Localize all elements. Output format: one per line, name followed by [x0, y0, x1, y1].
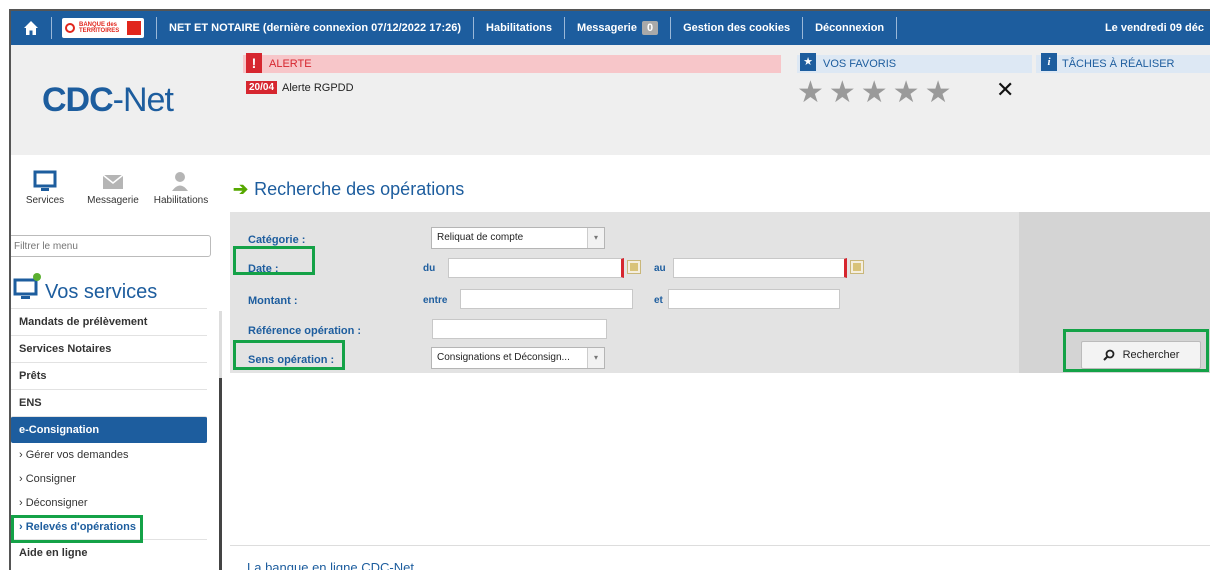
top-navigation-bar: BANQUE des TERRITOIRES NET ET NOTAIRE (d…	[11, 11, 1210, 45]
info-icon: i	[1041, 53, 1057, 71]
montant-label: Montant :	[248, 295, 298, 307]
messagerie-shortcut[interactable]: Messagerie	[79, 169, 147, 206]
chevron-down-icon: ▾	[587, 348, 604, 368]
status-dot	[33, 273, 41, 281]
habilitations-link[interactable]: Habilitations	[474, 22, 564, 34]
monitor-icon	[13, 273, 41, 307]
alert-date-badge: 20/04	[246, 81, 278, 94]
current-date: Le vendredi 09 déc	[1104, 22, 1204, 34]
filter-menu-input[interactable]	[11, 235, 211, 257]
brand-rest: -Net	[112, 81, 174, 119]
users-icon	[172, 172, 188, 191]
page-title: ➔ Recherche des opérations	[233, 179, 464, 200]
brand-bold: CDC	[42, 81, 114, 119]
submenu-label: Déconsigner	[25, 497, 88, 509]
cdc-net-logo[interactable]: CDC-Net	[42, 81, 174, 120]
submenu-label: Relevés d'opérations	[25, 521, 136, 533]
favorite-stars[interactable]: ★★★★★	[797, 75, 956, 110]
sens-select[interactable]: Consignations et Déconsign... ▾	[431, 347, 605, 369]
calendar-icon[interactable]	[850, 260, 864, 274]
logo-text: BANQUE des TERRITOIRES	[79, 22, 120, 34]
exclamation-icon: !	[246, 53, 262, 73]
star-icon: ★	[800, 53, 816, 71]
arrow-right-icon: ➔	[233, 179, 249, 199]
messagerie-link[interactable]: Messagerie 0	[565, 21, 670, 35]
habilitations-label: Habilitations	[153, 195, 209, 206]
alert-title: ALERTE	[269, 58, 312, 70]
footer: La banque en ligne CDC-Net	[230, 545, 1210, 570]
tasks-title: TÂCHES À RÉALISER	[1062, 58, 1175, 70]
habilitations-shortcut[interactable]: Habilitations	[147, 169, 215, 206]
sidebar-icon-row: Services Messagerie Habilitations	[11, 169, 216, 206]
menu-item-e-consignation[interactable]: e-Consignation	[11, 416, 207, 443]
alert-text: Alerte RGPDD	[282, 81, 354, 94]
banque-des-territoires-logo[interactable]: BANQUE des TERRITOIRES	[62, 18, 144, 38]
categorie-label: Catégorie :	[248, 234, 306, 246]
vos-services-heading: Vos services	[13, 273, 158, 307]
cookies-link[interactable]: Gestion des cookies	[671, 22, 802, 34]
search-button[interactable]: Rechercher	[1081, 341, 1201, 369]
submenu-item-consigner[interactable]: › Consigner	[11, 467, 207, 491]
submenu-label: Consigner	[25, 473, 76, 485]
search-button-label: Rechercher	[1122, 349, 1180, 361]
monitor-icon	[33, 170, 57, 191]
messagerie-label: Messagerie	[87, 195, 139, 206]
reference-label: Référence opération :	[248, 325, 362, 337]
services-menu: Mandats de prélèvement Services Notaires…	[11, 308, 207, 566]
menu-item-ens[interactable]: ENS	[11, 389, 207, 416]
sens-value: Consignations et Déconsign...	[437, 352, 570, 363]
submenu-label: Gérer vos demandes	[25, 449, 129, 461]
menu-item-services-notaires[interactable]: Services Notaires	[11, 335, 207, 362]
home-icon[interactable]	[11, 11, 51, 45]
search-icon	[1102, 349, 1114, 361]
menu-item-prets[interactable]: Prêts	[11, 362, 207, 389]
calendar-icon[interactable]	[627, 260, 641, 274]
separator	[896, 17, 898, 39]
favorites-header: ★ VOS FAVORIS	[797, 53, 1032, 73]
montant-max-input[interactable]	[668, 289, 840, 309]
sens-label: Sens opération :	[248, 354, 335, 366]
sidebar-scrollbar[interactable]	[219, 378, 222, 570]
montant-min-label: entre	[423, 295, 448, 306]
menu-item-aide[interactable]: Aide en ligne	[11, 539, 207, 566]
montant-min-input[interactable]	[460, 289, 633, 309]
separator	[51, 17, 52, 39]
app-frame: BANQUE des TERRITOIRES NET ET NOTAIRE (d…	[9, 9, 1210, 570]
categorie-select[interactable]: Reliquat de compte ▾	[431, 227, 605, 249]
chevron-down-icon: ▾	[587, 228, 604, 248]
reference-input[interactable]	[432, 319, 607, 339]
montant-max-label: et	[654, 295, 663, 306]
favorites-title: VOS FAVORIS	[823, 58, 897, 70]
submenu-item-deconsigner[interactable]: › Déconsigner	[11, 491, 207, 515]
date-from-input[interactable]	[448, 258, 624, 278]
tools-icon[interactable]: ✕	[996, 77, 1014, 103]
footer-text: La banque en ligne CDC-Net	[247, 560, 414, 570]
submenu-item-releves[interactable]: › Relevés d'opérations	[11, 515, 207, 539]
categorie-value: Reliquat de compte	[437, 232, 524, 243]
messagerie-label: Messagerie	[577, 22, 637, 34]
page-title-text: Recherche des opérations	[254, 179, 465, 199]
header-panel: CDC-Net ! ALERTE 20/04 Alerte RGPDD ★ VO…	[11, 45, 1210, 155]
menu-item-mandats[interactable]: Mandats de prélèvement	[11, 308, 207, 335]
date-to-input[interactable]	[673, 258, 847, 278]
date-to-label: au	[654, 263, 666, 274]
alert-header: ! ALERTE	[243, 53, 781, 73]
tasks-header: i TÂCHES À RÉALISER	[1036, 53, 1210, 73]
message-count-badge: 0	[641, 21, 659, 35]
envelope-icon	[102, 174, 124, 189]
logout-link[interactable]: Déconnexion	[803, 22, 896, 34]
user-info: NET ET NOTAIRE (dernière connexion 07/12…	[169, 22, 462, 34]
date-label: Date :	[248, 263, 279, 275]
services-label: Services	[25, 195, 65, 206]
submenu-item-gerer[interactable]: › Gérer vos demandes	[11, 443, 207, 467]
services-shortcut[interactable]: Services	[11, 169, 79, 206]
date-from-label: du	[423, 263, 436, 274]
alert-item[interactable]: 20/04 Alerte RGPDD	[246, 81, 354, 94]
logo-square-icon	[127, 21, 141, 35]
section-title: Vos services	[45, 280, 158, 303]
logo-ring-icon	[65, 23, 75, 33]
